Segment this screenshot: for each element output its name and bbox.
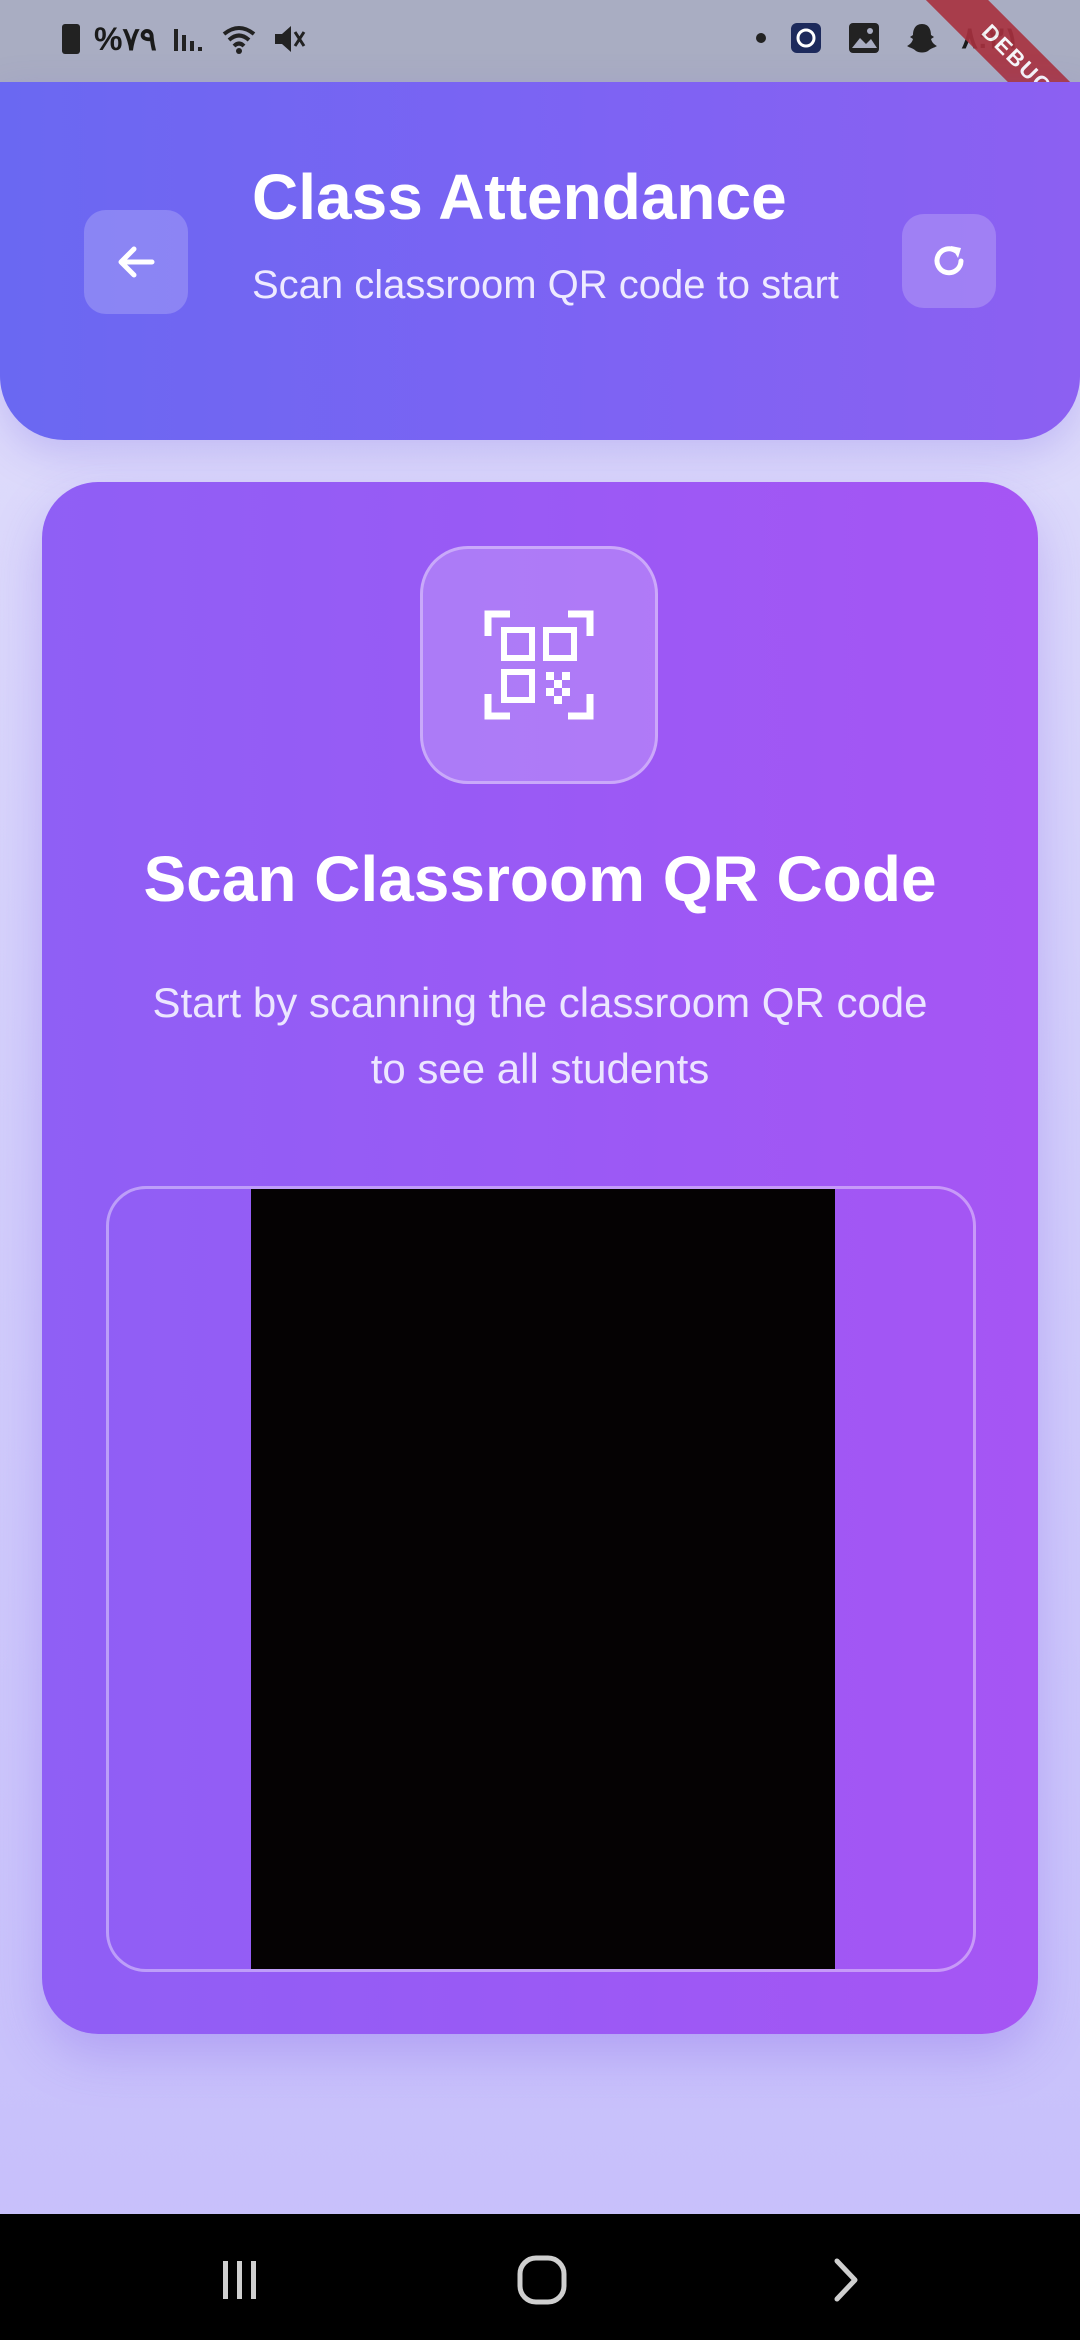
- battery-percentage: %٧٩: [94, 21, 157, 57]
- snapchat-icon: [906, 24, 937, 53]
- scan-description: Start by scanning the classroom QR code …: [152, 979, 928, 1092]
- wifi-icon: [222, 26, 256, 54]
- scan-title: Scan Classroom QR Code: [143, 843, 937, 915]
- mute-icon: [274, 26, 306, 52]
- gallery-icon: [848, 23, 879, 53]
- qr-icon-container: [420, 546, 658, 784]
- app-header: Class Attendance Scan classroom QR code …: [0, 82, 1080, 440]
- qr-code-icon: [484, 610, 594, 720]
- arrow-left-icon: [118, 246, 155, 278]
- page-subtitle: Scan classroom QR code to start: [252, 263, 839, 307]
- back-nav-button[interactable]: [816, 2250, 876, 2310]
- refresh-button[interactable]: [902, 214, 996, 308]
- refresh-icon: [934, 246, 964, 276]
- home-button[interactable]: [512, 2250, 572, 2310]
- qr-scanner-frame[interactable]: [106, 1186, 976, 1972]
- camera-preview[interactable]: [251, 1189, 835, 1969]
- signal-icon: [173, 29, 202, 51]
- app-notification-icon: [790, 23, 821, 53]
- page-title: Class Attendance: [252, 161, 787, 233]
- home-icon: [517, 2255, 567, 2305]
- status-left-group: %٧٩: [62, 20, 307, 58]
- recent-apps-icon: [223, 2261, 256, 2299]
- status-bar: %٧٩ ٨:٣١: [0, 0, 1080, 164]
- scan-card: Scan Classroom QR Code Start by scanning…: [42, 482, 1038, 2034]
- back-button[interactable]: [84, 210, 188, 314]
- back-chevron-icon: [834, 2258, 858, 2302]
- recent-apps-button[interactable]: [210, 2250, 270, 2310]
- battery-icon: [62, 24, 80, 54]
- system-navigation-bar: [0, 2214, 1080, 2340]
- notification-dot-icon: [755, 33, 766, 43]
